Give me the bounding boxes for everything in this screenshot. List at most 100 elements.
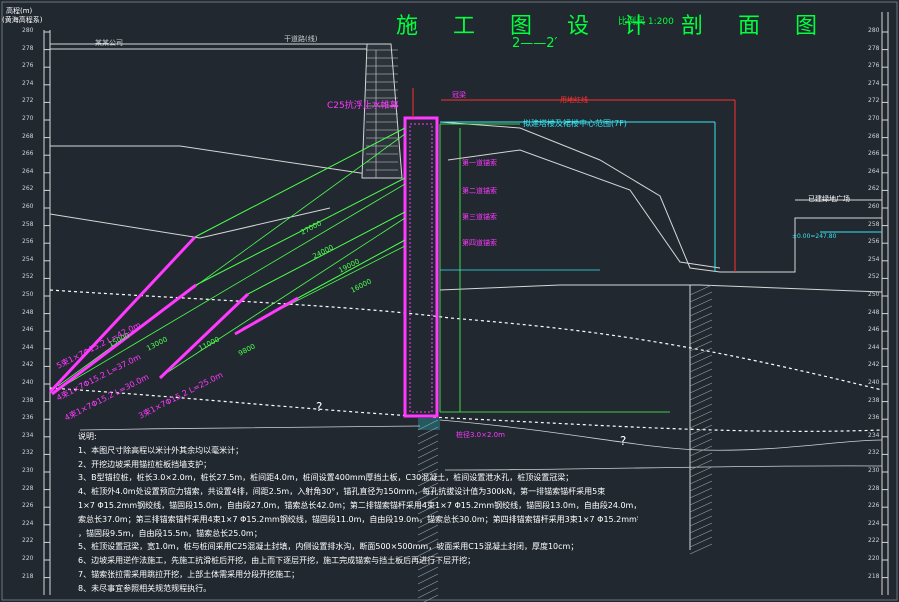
right-axis-tick-label: 222 <box>868 537 880 545</box>
left-axis-tick-label: 244 <box>22 343 34 351</box>
existing-plaza-label: 已建绿地广场 <box>808 195 850 203</box>
right-axis-tick-label: 252 <box>868 273 880 281</box>
rock-hatch-line <box>423 594 439 602</box>
right-axis-tick-label: 244 <box>868 343 880 351</box>
left-axis-tick-label: 220 <box>22 555 34 562</box>
right-axis-tick-label: 278 <box>868 44 880 52</box>
right-axis-tick-label: 238 <box>868 396 880 404</box>
left-axis-tick-label: 252 <box>22 273 34 281</box>
right-axis-tick-label: 224 <box>868 519 880 527</box>
left-axis-tick-label: 230 <box>22 467 34 474</box>
left-axis-tick-label: 232 <box>22 449 34 457</box>
right-axis-tick-label: 218 <box>868 572 880 580</box>
left-axis-tick-label: 242 <box>22 361 34 369</box>
note-line: 5、桩顶设置冠梁，宽1.0m，桩与桩间采用C25混凝土封填，内侧设置排水沟，断面… <box>78 542 579 552</box>
left-axis-tick-label: 262 <box>22 185 34 193</box>
left-axis-tick-label: 270 <box>22 115 34 122</box>
note-line: 8、未尽事宜参照相关规范规程执行。 <box>78 583 212 593</box>
right-axis-tick-label: 258 <box>868 220 880 228</box>
note-line: 6、边坡采用逆作法施工，先施工抗滑桩后开挖，由上而下逐层开挖，施工完成锚索与挡土… <box>78 556 476 566</box>
right-axis-tick-label: 246 <box>868 326 880 334</box>
left-axis-tick-label: 274 <box>22 79 34 87</box>
note-line: 3、B型锚拉桩，桩长3.0×2.0m，桩长27.5m，桩间距4.0m，桩间设置4… <box>78 473 574 483</box>
right-axis-tick-label: 242 <box>868 361 880 369</box>
left-axis-tick-label: 226 <box>22 502 34 510</box>
section-label: 2——2′ <box>512 36 558 51</box>
left-axis-tick-label: 266 <box>22 150 34 158</box>
left-axis-tick-label: 258 <box>22 220 34 228</box>
anchor-1-label: 第一道锚索 <box>462 159 497 167</box>
note-line: ，锚固段9.5m，自由段15.5m，锚索总长25.0m； <box>78 528 262 538</box>
right-axis-tick-label: 236 <box>868 414 880 422</box>
right-axis-tick-label: 272 <box>868 97 880 105</box>
note-line: 7、锚索张拉需采用跳拉开挖，上部土体需采用分段开挖施工； <box>78 569 300 579</box>
right-axis-tick-label: 274 <box>868 79 880 87</box>
drawing-title: 施 工 图 设 计 剖 面 图 <box>396 14 831 39</box>
left-axis-tick-label: 234 <box>22 431 34 439</box>
right-axis-tick-label: 276 <box>868 62 880 70</box>
geological-boundaries <box>49 289 883 432</box>
crown-beam-label: 冠梁 <box>452 91 466 99</box>
left-axis-tick-label: 228 <box>22 484 34 492</box>
right-axis-tick-label: 266 <box>868 150 880 158</box>
masonry-retaining-wall <box>361 43 403 179</box>
anti-slide-pile <box>403 116 440 430</box>
anchor-2-label: 第二道锚索 <box>462 187 497 195</box>
right-axis-tick-label: 256 <box>868 238 880 246</box>
right-axis-tick-label: 228 <box>868 484 880 492</box>
left-axis-tick-label: 264 <box>22 167 34 175</box>
question-mark-1: ? <box>316 400 323 414</box>
left-axis-tick-label: 236 <box>22 414 34 422</box>
red-line-label: 用地红线 <box>560 96 588 104</box>
design-notes: 说明: 1、本图尺寸除高程以米计外其余均以毫米计； 2、开挖边坡采用锚拉桩板挡墙… <box>78 430 638 596</box>
left-axis-tick-label: 272 <box>22 97 34 105</box>
anchor-4-label: 第四道锚索 <box>462 239 497 247</box>
left-axis-tick-label: 254 <box>22 255 34 263</box>
road-label: 干道路(线) <box>284 35 318 43</box>
axis-subtitle: (黄海高程系) <box>2 16 43 24</box>
right-axis-tick-label: 254 <box>868 255 880 263</box>
notes-title: 说明: <box>78 432 97 441</box>
right-axis-tick-label: 226 <box>868 502 880 510</box>
right-axis-tick-label: 250 <box>868 291 880 298</box>
anchor-3-label: 第三道锚索 <box>462 213 497 221</box>
left-axis-tick-label: 246 <box>22 326 34 334</box>
left-axis-tick-label: 280 <box>22 27 34 34</box>
right-axis-tick-label: 270 <box>868 115 880 122</box>
right-axis-tick-label: 220 <box>868 555 880 562</box>
left-axis-tick-label: 276 <box>22 62 34 70</box>
left-axis-tick-label: 256 <box>22 238 34 246</box>
left-axis-tick-label: 278 <box>22 44 34 52</box>
right-axis-tick-label: 268 <box>868 132 880 140</box>
right-axis-tick-label: 232 <box>868 449 880 457</box>
left-axis-tick-label: 248 <box>22 308 34 316</box>
left-axis-tick-label: 222 <box>22 537 34 545</box>
right-axis-tick-label: 230 <box>868 467 880 474</box>
left-axis-tick-label: 268 <box>22 132 34 140</box>
note-line: 索总长37.0m；第三排锚索锚杆采用4束1×7 Φ15.2mm钢绞线，锚固段11… <box>78 514 638 524</box>
right-axis-tick-label: 240 <box>868 379 880 386</box>
note-line: 4、桩顶外4.0m处设置预应力锚索，共设置4排，间距2.5m，入射角30°，锚孔… <box>78 487 606 497</box>
left-axis-tick-label: 250 <box>22 291 34 298</box>
c25-label: C25抗浮止水帷幕 <box>327 101 399 111</box>
left-axis-tick-label: 238 <box>22 396 34 404</box>
planned-building-label: 拟建塔楼及裙楼中心范围(7F) <box>523 119 627 128</box>
note-line: 1、本图尺寸除高程以米计外其余均以毫米计； <box>78 445 244 455</box>
left-axis-tick-label: 260 <box>22 203 34 210</box>
left-axis-tick-label: 224 <box>22 519 34 527</box>
right-axis-tick-label: 248 <box>868 308 880 316</box>
anchor-bonded-section <box>234 296 299 336</box>
right-axis-tick-label: 260 <box>868 203 880 210</box>
note-line: 1×7 Φ15.2mm钢绞线，锚固段15.0m，自由段27.0m，锚索总长42.… <box>78 500 638 510</box>
drawing-scale: 比例尺 1:200 <box>618 17 674 27</box>
right-axis-tick-label: 262 <box>868 185 880 193</box>
left-axis-tick-label: 218 <box>22 572 34 580</box>
left-elevation-axis <box>43 30 51 595</box>
anchor-bonded-section <box>158 292 250 380</box>
note-line: 2、开挖边坡采用锚拉桩板挡墙支护； <box>78 459 212 469</box>
right-axis-tick-label: 280 <box>868 27 880 34</box>
right-axis-tick-label: 264 <box>868 167 880 175</box>
company-label: 某某公司 <box>95 39 123 47</box>
right-elevation-axis <box>881 12 889 595</box>
anchor-free-section <box>194 127 406 238</box>
